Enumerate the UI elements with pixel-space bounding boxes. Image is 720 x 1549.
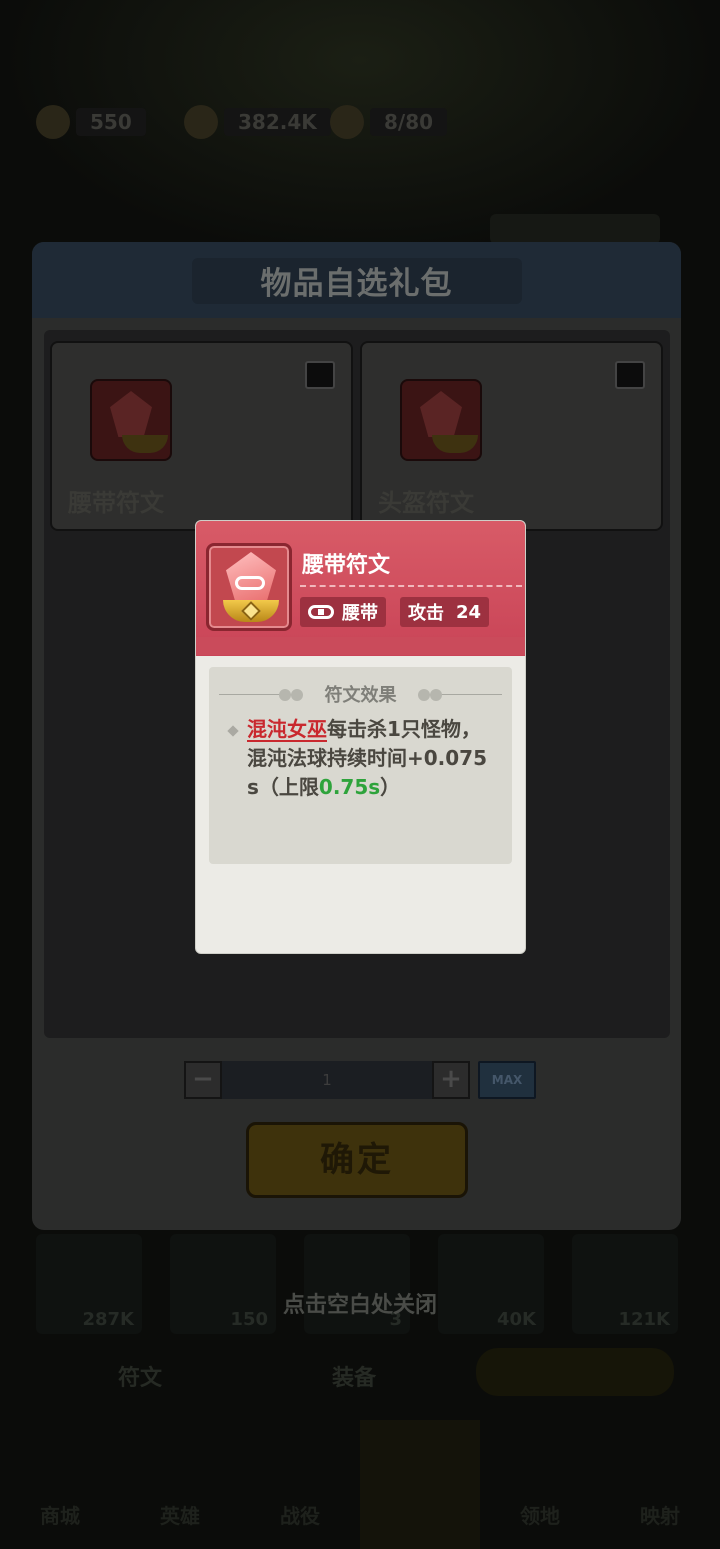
nav-battle: 战役 (240, 1420, 360, 1549)
close-hint[interactable]: 点击空白处关闭 (0, 1287, 720, 1319)
hero-link[interactable]: 混沌女巫 (247, 717, 327, 741)
effect-box: 符文效果 混沌女巫每击杀1只怪物，混沌法球持续时间+0.075s（上限0.75s… (209, 667, 512, 864)
tooltip-header: 腰带符文 腰带 攻击 24 (196, 521, 525, 656)
nav-heroes: 英雄 (120, 1420, 240, 1549)
coin-icon (184, 105, 218, 139)
belt-rune-icon (206, 543, 292, 631)
slot-4: 40K (438, 1234, 544, 1334)
effect-description: 混沌女巫每击杀1只怪物，混沌法球持续时间+0.075s（上限0.75s） (247, 715, 497, 802)
resource-energy: 550 (36, 105, 146, 139)
bullet-icon (227, 725, 239, 737)
dialog-title: 物品自选礼包 (260, 266, 453, 302)
desc-cap: 0.75s (318, 775, 381, 799)
resource-coin: 382.4K (184, 105, 331, 139)
belt-icon (308, 605, 334, 619)
background-button (476, 1348, 674, 1396)
nav-label: 商城 (40, 1504, 80, 1528)
dialog-header: 物品自选礼包 (32, 242, 681, 318)
item-card-belt-rune[interactable]: 腰带符文 (50, 341, 353, 531)
rune-tooltip: 腰带符文 腰带 攻击 24 符文效果 混沌女巫每击杀1只怪物，混沌法球持续时间+… (195, 520, 526, 954)
resource-stamina-value: 8/80 (370, 108, 448, 136)
desc-end: ） (380, 775, 401, 799)
item-card-helmet-rune[interactable]: 头盔符文 (360, 341, 663, 531)
slot-pill: 腰带 (300, 597, 386, 627)
stat-value: 24 (456, 601, 482, 623)
nav-map: 映射 (600, 1420, 720, 1549)
resource-energy-value: 550 (76, 108, 146, 136)
quantity-stepper: − 1 + (184, 1061, 470, 1099)
nav-label: 映射 (640, 1504, 680, 1528)
nav-territory: 领地 (480, 1420, 600, 1549)
tooltip-name: 腰带符文 (302, 553, 391, 578)
nav-label: 战役 (280, 1504, 320, 1528)
slot-1: 287K (36, 1234, 142, 1334)
nav-active (360, 1420, 480, 1549)
energy-icon (36, 105, 70, 139)
nav-label: 领地 (520, 1504, 560, 1528)
background-slots: 287K 150 3 40K 121K (36, 1234, 686, 1334)
nav-shop: 商城 (0, 1420, 120, 1549)
helmet-rune-icon (400, 379, 482, 461)
slot-label: 腰带 (342, 603, 378, 624)
stat-pill: 攻击 24 (400, 597, 490, 627)
item-checkbox[interactable] (305, 361, 335, 389)
slot-3: 3 (304, 1234, 410, 1334)
tab-rune: 符文 (118, 1366, 163, 1391)
stat-label: 攻击 (408, 603, 444, 624)
stamina-icon (330, 105, 364, 139)
tab-equipment: 装备 (332, 1366, 377, 1391)
quantity-minus-button[interactable]: − (184, 1061, 222, 1099)
resource-coin-value: 382.4K (224, 108, 331, 136)
item-name: 腰带符文 (68, 489, 164, 517)
quantity-input[interactable]: 1 (222, 1061, 432, 1099)
bottom-nav: 商城 英雄 战役 领地 映射 (0, 1420, 720, 1549)
confirm-button[interactable]: 确定 (246, 1122, 468, 1198)
slot-5: 121K (572, 1234, 678, 1334)
nav-label: 英雄 (160, 1504, 200, 1528)
background-tag (490, 214, 660, 244)
item-name: 头盔符文 (378, 489, 474, 517)
max-button[interactable]: MAX (478, 1061, 536, 1099)
quantity-plus-button[interactable]: + (432, 1061, 470, 1099)
section-title: 符文效果 (324, 685, 397, 706)
slot-2: 150 (170, 1234, 276, 1334)
belt-rune-icon (90, 379, 172, 461)
resource-stamina: 8/80 (330, 105, 448, 139)
item-checkbox[interactable] (615, 361, 645, 389)
